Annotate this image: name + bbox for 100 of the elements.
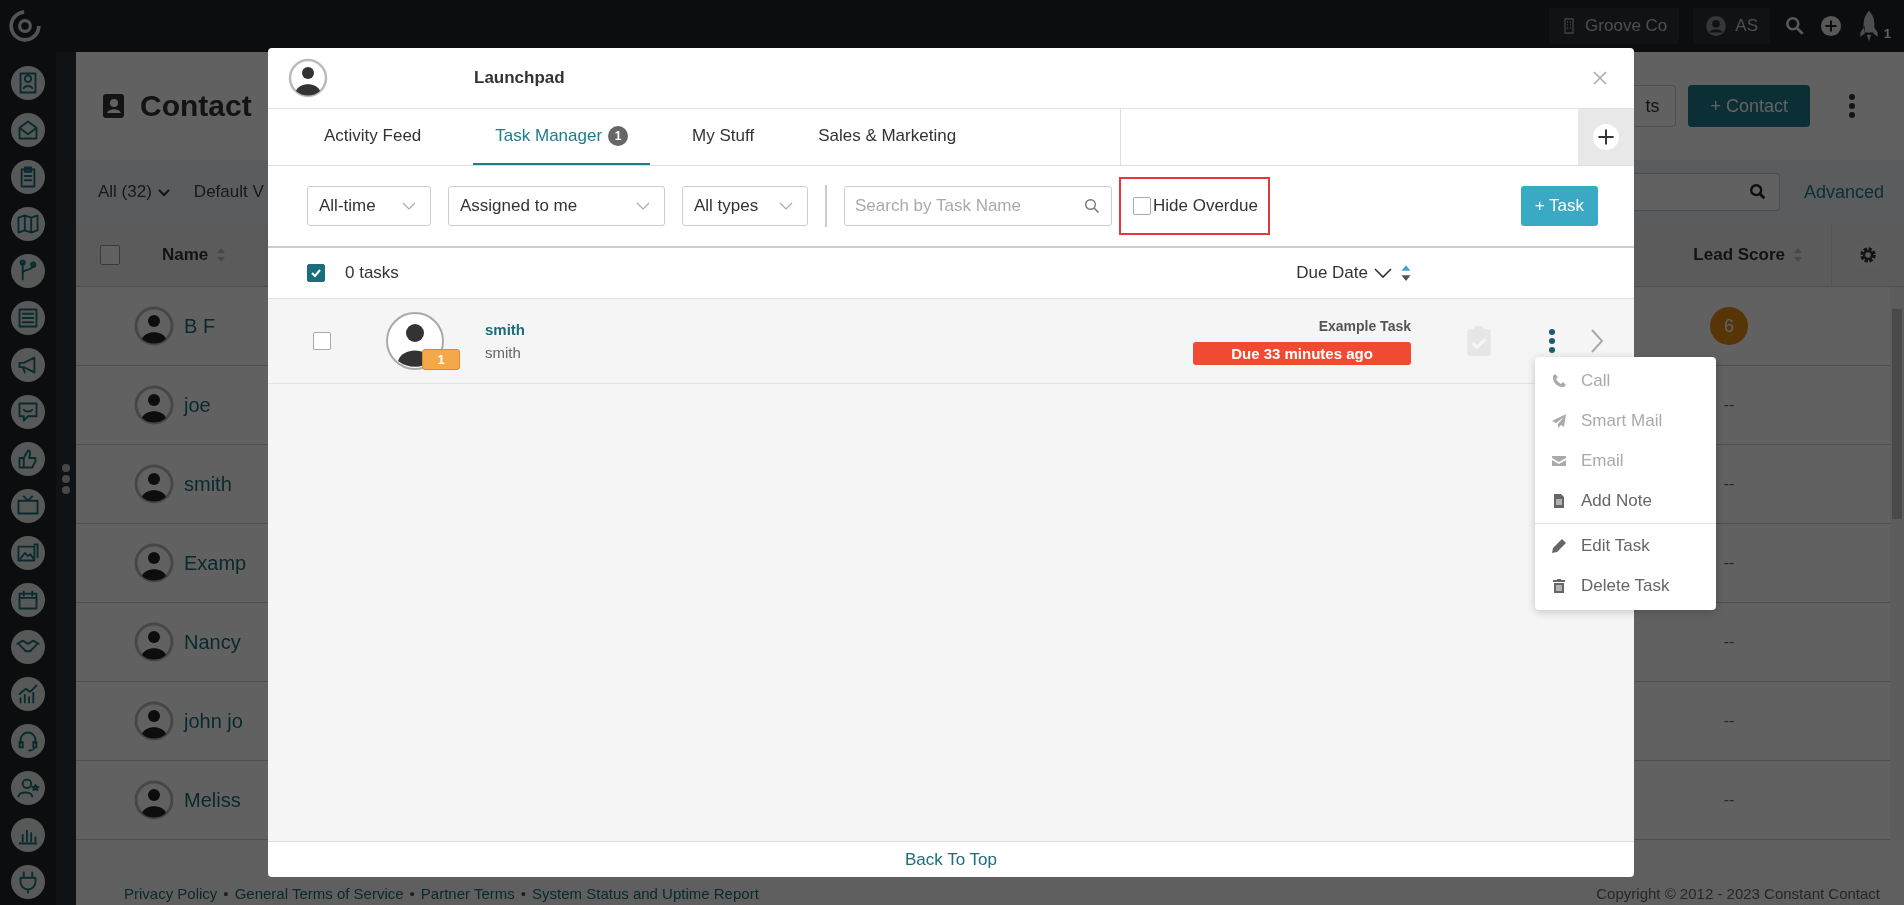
lead-score: 6 bbox=[1710, 307, 1748, 345]
add-task-button[interactable]: + Task bbox=[1520, 186, 1598, 226]
image-icon[interactable] bbox=[11, 536, 45, 570]
copyright-text: Copyright © 2012 - 2023 Constant Contact bbox=[1596, 885, 1880, 902]
lead-score: -- bbox=[1722, 712, 1736, 730]
map-icon[interactable] bbox=[11, 207, 45, 241]
close-icon[interactable] bbox=[1592, 70, 1608, 86]
calendar-icon[interactable] bbox=[11, 583, 45, 617]
search-icon bbox=[1084, 198, 1100, 214]
chevron-right-icon[interactable] bbox=[1590, 328, 1604, 354]
menu-item[interactable]: Delete Task bbox=[1535, 566, 1716, 606]
more-icon[interactable] bbox=[1548, 328, 1556, 354]
growth-chart-icon[interactable] bbox=[11, 677, 45, 711]
more-icon[interactable] bbox=[1848, 93, 1856, 119]
contact-name-link[interactable]: smith bbox=[184, 472, 232, 496]
avatar bbox=[134, 622, 174, 662]
filter-dropdown[interactable]: All-time bbox=[307, 186, 431, 226]
advanced-link[interactable]: Advanced bbox=[1803, 181, 1884, 203]
contact-name-link[interactable]: Meliss bbox=[184, 788, 241, 812]
task-search-field[interactable]: Search by Task Name bbox=[844, 186, 1112, 226]
task-count: 0 tasks bbox=[345, 263, 399, 283]
filter-dropdown[interactable]: All types bbox=[682, 186, 808, 226]
phone-icon bbox=[1551, 373, 1567, 389]
dialog-title: Launchpad bbox=[474, 68, 565, 88]
filter-dropdown[interactable]: Assigned to me bbox=[448, 186, 665, 226]
avatar bbox=[134, 306, 174, 346]
sort-dropdown[interactable]: Due Date bbox=[1296, 263, 1368, 283]
contact-name-link[interactable]: Nancy bbox=[184, 630, 241, 654]
chevron-down-icon[interactable] bbox=[1374, 267, 1392, 279]
clipboard-icon[interactable] bbox=[11, 160, 45, 194]
bullet-separator: • bbox=[520, 885, 527, 902]
count-badge: 1 bbox=[422, 349, 460, 370]
lead-score: -- bbox=[1722, 396, 1736, 414]
megaphone-icon[interactable] bbox=[11, 348, 45, 382]
contact-subtitle: smith bbox=[485, 344, 522, 361]
due-badge: Due 33 minutes ago bbox=[1193, 341, 1411, 365]
logo-icon[interactable] bbox=[8, 9, 42, 43]
tv-icon[interactable] bbox=[11, 489, 45, 523]
count-badge: 1 bbox=[608, 126, 629, 146]
lead-score: -- bbox=[1722, 554, 1736, 572]
tab[interactable]: Activity Feed bbox=[292, 109, 454, 165]
contact-name-link[interactable]: B F bbox=[184, 314, 216, 338]
menu-item[interactable]: Add Note bbox=[1535, 481, 1716, 521]
column-header[interactable]: Lead Score bbox=[1693, 245, 1785, 265]
lead-score: -- bbox=[1722, 475, 1736, 493]
bullet-separator: • bbox=[409, 885, 415, 902]
avatar bbox=[134, 385, 174, 425]
tab[interactable]: My Stuff bbox=[670, 109, 777, 165]
select-all-checkbox[interactable] bbox=[307, 264, 325, 282]
tab[interactable]: Sales & Marketing bbox=[796, 109, 979, 165]
sidebar-resize-handle[interactable] bbox=[56, 52, 76, 905]
add-icon bbox=[1593, 124, 1619, 150]
tab[interactable]: Task Manager 1 bbox=[473, 109, 651, 165]
checkbox[interactable] bbox=[313, 332, 331, 350]
trash-icon bbox=[1551, 578, 1567, 594]
plug-icon[interactable] bbox=[11, 865, 45, 899]
back-to-top-link[interactable]: Back To Top bbox=[905, 849, 997, 870]
contact-card-icon[interactable] bbox=[11, 66, 45, 100]
task-title: Example Task bbox=[1318, 317, 1411, 334]
add-contact-button[interactable]: + Contact bbox=[1688, 85, 1810, 127]
mail-icon[interactable] bbox=[11, 113, 45, 147]
chevron-down-icon bbox=[157, 186, 170, 198]
paper-plane-icon bbox=[1551, 413, 1567, 429]
search-icon[interactable] bbox=[1784, 15, 1806, 37]
thumbs-up-icon[interactable] bbox=[11, 442, 45, 476]
footer-link[interactable]: General Terms of Service bbox=[234, 885, 404, 902]
avatar bbox=[134, 780, 174, 820]
avatar bbox=[288, 58, 328, 98]
page-title: Contact bbox=[140, 89, 252, 123]
checkmark-icon bbox=[310, 267, 322, 279]
add-icon[interactable] bbox=[1820, 15, 1842, 37]
contact-name-link[interactable]: smith bbox=[485, 321, 525, 338]
checkbox-label[interactable]: Hide Overdue bbox=[1153, 196, 1258, 216]
bullet-separator: • bbox=[223, 885, 229, 902]
avatar bbox=[134, 701, 174, 741]
sort-icon[interactable] bbox=[1400, 264, 1412, 282]
avatar bbox=[134, 543, 174, 583]
list-icon[interactable] bbox=[11, 301, 45, 335]
contact-name-link[interactable]: joe bbox=[184, 393, 211, 417]
menu-item[interactable]: Edit Task bbox=[1535, 526, 1716, 566]
footer-link[interactable]: System Status and Uptime Report bbox=[532, 885, 759, 902]
branch-icon[interactable] bbox=[11, 254, 45, 288]
pencil-icon bbox=[1551, 538, 1567, 554]
footer-link[interactable]: Privacy Policy bbox=[124, 885, 218, 902]
headset-icon[interactable] bbox=[11, 724, 45, 758]
contact-name-link[interactable]: john jo bbox=[184, 709, 243, 733]
select-all-checkbox[interactable] bbox=[100, 245, 120, 265]
footer-link[interactable]: Partner Terms bbox=[420, 885, 515, 902]
checkbox[interactable] bbox=[1133, 197, 1151, 215]
view-dropdown[interactable]: All (32) bbox=[98, 182, 170, 202]
lead-score: -- bbox=[1722, 791, 1736, 809]
bar-chart-icon[interactable] bbox=[11, 818, 45, 852]
chat-icon[interactable] bbox=[11, 395, 45, 429]
saved-view-dropdown[interactable]: Default V bbox=[193, 182, 264, 202]
column-header[interactable]: Name bbox=[162, 245, 209, 265]
user-avatar-icon bbox=[1705, 15, 1728, 37]
contact-name-link[interactable]: Examp bbox=[184, 551, 247, 575]
document-icon bbox=[1551, 493, 1567, 509]
avatar bbox=[134, 464, 174, 504]
search-icon bbox=[1748, 183, 1767, 201]
